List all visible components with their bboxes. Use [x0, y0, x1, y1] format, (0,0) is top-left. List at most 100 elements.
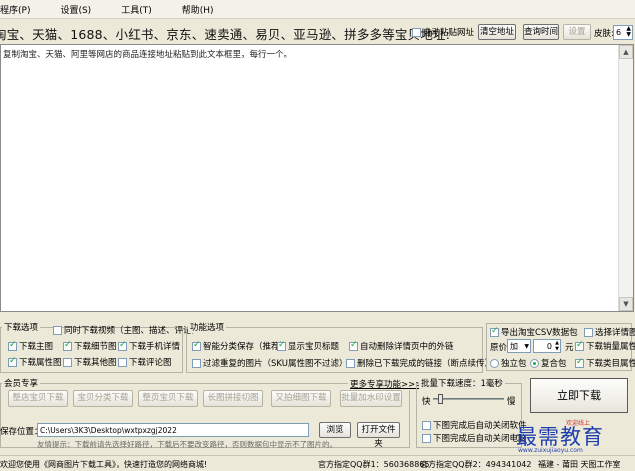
save-path-input[interactable]: C:\Users\3K3\Desktop\wxtpxzgj2022	[37, 423, 309, 437]
menu-program[interactable]: 程序(P)	[0, 3, 38, 16]
scroll-down-icon[interactable]: ▼	[619, 297, 633, 311]
status-qq1: 官方指定QQ群1：560368865	[318, 460, 430, 469]
upyun-download-button[interactable]: 又拍细图下载	[271, 390, 331, 407]
video-checkbox[interactable]	[53, 325, 62, 335]
remove-links-option[interactable]: 自动删除详情页中的外链	[349, 340, 454, 352]
close-software-checkbox[interactable]	[422, 420, 431, 430]
browse-button[interactable]: 浏览	[319, 422, 351, 438]
show-title-option[interactable]: 显示宝贝标题	[277, 340, 339, 352]
more-features-link[interactable]: 更多专享功能>>>	[348, 378, 425, 390]
download-detail-label: 下载细节图	[74, 342, 117, 352]
single-pkg-option[interactable]: 独立包	[490, 357, 527, 369]
url-title: 淘宝、天猫、1688、小红书、京东、速卖通、易贝、亚马逊、拼多多等宝贝地址:	[0, 27, 451, 42]
price-op-select[interactable]: 加 ▼	[507, 339, 531, 353]
category-attr-checkbox[interactable]	[575, 357, 584, 368]
menu-tools[interactable]: 工具(T)	[117, 3, 160, 16]
delete-done-checkbox[interactable]	[346, 358, 355, 368]
multi-pkg-option[interactable]: 复合包	[530, 357, 567, 369]
close-software-label: 下图完成后自动关闭软件	[433, 421, 527, 431]
filter-dup-option[interactable]: 过滤重复的图片（SKU属性图不过滤）	[192, 357, 347, 369]
close-pc-option[interactable]: 下图完成后自动关闭电脑	[422, 432, 527, 444]
auto-paste-checkbox[interactable]	[412, 27, 421, 37]
page-download-button[interactable]: 整页宝贝下载	[138, 390, 198, 407]
video-option[interactable]: 同时下载视频（主图、描述、评论）	[53, 324, 200, 336]
video-label: 同时下载视频（主图、描述、评论）	[64, 326, 201, 336]
long-image-button[interactable]: 长图拼接切图	[203, 390, 263, 407]
download-review-checkbox[interactable]	[118, 357, 127, 367]
category-attr-option[interactable]: 下载类目属性	[575, 357, 635, 369]
url-row: 淘宝、天猫、1688、小红书、京东、速卖通、易贝、亚马逊、拼多多等宝贝地址: 自…	[0, 21, 635, 43]
sales-attr-checkbox[interactable]	[575, 340, 584, 351]
download-mobile-label: 下载手机详情	[129, 342, 181, 352]
remove-links-label: 自动删除详情页中的外链	[360, 342, 454, 352]
settings-button[interactable]: 设置	[563, 24, 591, 40]
download-attr-option[interactable]: 下载属性图	[8, 356, 62, 368]
vertical-scrollbar[interactable]: ▲ ▼	[618, 45, 633, 311]
remove-links-checkbox[interactable]	[349, 340, 358, 351]
query-time-button[interactable]: 查询时间	[523, 24, 559, 40]
download-other-option[interactable]: 下载其他图	[63, 356, 117, 368]
sales-attr-label: 下载销量属性	[586, 342, 635, 352]
download-mobile-checkbox[interactable]	[118, 340, 127, 351]
batch-speed-title: 批量下载速度：1毫秒	[419, 377, 505, 389]
single-pkg-radio[interactable]	[490, 358, 499, 368]
delete-done-label: 删除已下载完成的链接（断点续传）	[357, 359, 494, 369]
category-download-button[interactable]: 宝贝分类下载	[73, 390, 133, 407]
slider-thumb[interactable]	[438, 394, 444, 404]
price-unit: 元	[565, 343, 574, 353]
detail-image-option[interactable]: 选择详情图	[584, 326, 635, 338]
smart-save-checkbox[interactable]	[192, 340, 201, 351]
download-detail-option[interactable]: 下载细节图	[63, 340, 117, 352]
show-title-checkbox[interactable]	[277, 340, 286, 351]
show-title-label: 显示宝贝标题	[288, 342, 340, 352]
download-review-option[interactable]: 下载评论图	[118, 356, 172, 368]
download-main-label: 下载主图	[19, 342, 54, 352]
skin-value: 6	[616, 28, 622, 37]
menu-settings[interactable]: 设置(S)	[56, 3, 99, 16]
detail-image-label: 选择详情图	[595, 328, 635, 338]
watermark-settings-button[interactable]: 批量加水印设置	[340, 390, 402, 407]
download-now-button[interactable]: 立即下载	[530, 378, 628, 413]
slow-label: 慢	[507, 397, 516, 407]
sales-attr-option[interactable]: 下载销量属性	[575, 340, 635, 352]
fast-label: 快	[422, 397, 431, 407]
shop-download-button[interactable]: 整店宝贝下载	[8, 390, 68, 407]
smart-save-label: 智能分类保存（推荐）	[203, 342, 289, 352]
download-detail-checkbox[interactable]	[63, 340, 72, 351]
price-label: 原价	[490, 343, 508, 353]
clear-address-button[interactable]: 清空地址	[478, 24, 516, 40]
download-mobile-option[interactable]: 下载手机详情	[118, 340, 180, 352]
download-attr-label: 下载属性图	[19, 358, 62, 368]
csv-checkbox[interactable]	[490, 326, 499, 337]
csv-option[interactable]: 导出淘宝CSV数据包	[490, 326, 578, 338]
detail-image-checkbox[interactable]	[584, 327, 593, 337]
smart-save-option[interactable]: 智能分类保存（推荐）	[192, 340, 288, 352]
close-software-option[interactable]: 下图完成后自动关闭软件	[422, 419, 527, 431]
scroll-up-icon[interactable]: ▲	[619, 45, 633, 59]
price-value: 0	[546, 342, 552, 351]
auto-paste-label: 自动粘贴网址	[423, 28, 475, 38]
menu-help[interactable]: 帮助(H)	[178, 3, 222, 16]
delete-done-option[interactable]: 删除已下载完成的链接（断点续传）	[346, 357, 493, 369]
status-welcome: 欢迎您使用《网商图片下载工具》，快速打造您的网络商城!	[0, 460, 208, 469]
close-pc-label: 下图完成后自动关闭电脑	[433, 434, 527, 444]
member-title: 会员专享	[2, 377, 41, 389]
auto-paste-option[interactable]: 自动粘贴网址	[412, 26, 474, 38]
spin-icon: ▲ ▼	[555, 340, 559, 352]
filter-dup-label: 过滤重复的图片（SKU属性图不过滤）	[203, 359, 348, 369]
download-attr-checkbox[interactable]	[8, 356, 17, 367]
close-pc-checkbox[interactable]	[422, 433, 431, 443]
multi-pkg-radio[interactable]	[530, 358, 539, 368]
url-textarea[interactable]: 复制淘宝、天猫、阿里等网店的商品连接地址粘贴到此文本框里，每行一个。 ▲ ▼	[0, 44, 634, 312]
price-value-input[interactable]: 0 ▲ ▼	[533, 339, 561, 353]
watermark-url: www.zuixujiaoyu.com	[518, 447, 583, 454]
function-options-title: 功能选项	[188, 321, 227, 333]
download-other-checkbox[interactable]	[63, 357, 72, 367]
download-main-option[interactable]: 下载主图	[8, 340, 53, 352]
skin-label: 皮肤:	[594, 29, 614, 39]
speed-slider[interactable]	[433, 394, 504, 404]
open-folder-button[interactable]: 打开文件夹	[357, 422, 400, 449]
skin-select[interactable]: 6 ▲ ▼	[613, 25, 633, 40]
filter-dup-checkbox[interactable]	[192, 358, 201, 368]
download-main-checkbox[interactable]	[8, 340, 17, 351]
